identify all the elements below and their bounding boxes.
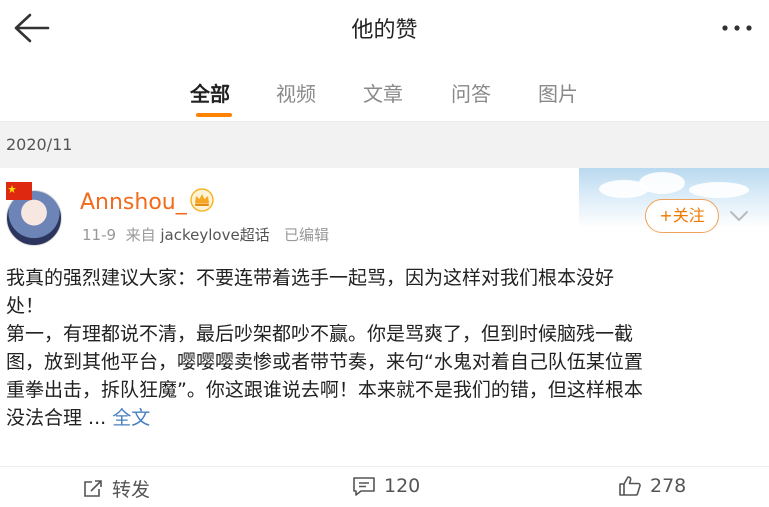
follow-button[interactable]: +关注 [645, 199, 719, 233]
comment-count: 120 [384, 475, 421, 497]
top-bar: 他的赞 [0, 0, 769, 60]
chevron-down-icon[interactable] [724, 204, 754, 228]
post-line: 没法合理 ... [6, 407, 107, 429]
post-line: 重拳出击，拆队狂魔”。你这跟谁说去啊！本来就不是我们的错，但这样根本 [6, 379, 643, 401]
tab-all[interactable]: 全部 [190, 78, 230, 107]
post-line: 处！ [6, 295, 45, 317]
repost-button[interactable]: 转发 [82, 475, 150, 502]
post-date: 11-9 [82, 226, 117, 244]
post-line: 第一，有理都说不清，最后吵架都吵不赢。你是骂爽了，但到时候脑残一截 [6, 323, 634, 345]
comment-button[interactable]: 120 [352, 475, 420, 497]
date-label: 2020/11 [6, 135, 73, 154]
tab-video[interactable]: 视频 [276, 78, 316, 107]
source-link[interactable]: jackeylove超话 [160, 226, 269, 244]
tab-bar: 全部 视频 文章 问答 图片 [0, 60, 769, 122]
edited-label: 已编辑 [284, 226, 330, 244]
repost-icon [84, 479, 102, 497]
source-prefix: 来自 [125, 226, 156, 244]
more-dots-icon[interactable] [715, 14, 759, 42]
active-tab-indicator [196, 113, 232, 117]
like-button[interactable]: 278 [618, 475, 686, 497]
post-line: 我真的强烈建议大家：不要连带着选手一起骂，因为这样对我们根本没好 [6, 267, 615, 289]
tab-article[interactable]: 文章 [363, 78, 403, 107]
username[interactable]: Annshou_ [80, 190, 187, 215]
expand-full-text-link[interactable]: 全文 [112, 407, 150, 429]
comment-icon [353, 477, 375, 496]
china-flag-icon [6, 182, 32, 200]
crown-badge-icon [190, 188, 214, 212]
repost-label: 转发 [112, 479, 151, 501]
post-meta: 11-9 来自 jackeylove超话 已编辑 [82, 224, 329, 245]
tab-images[interactable]: 图片 [538, 78, 578, 107]
post-action-bar: 转发 120 278 [0, 466, 769, 507]
tab-qa[interactable]: 问答 [451, 78, 491, 107]
post-last-line: 没法合理 ... 全文 [6, 404, 763, 432]
like-count: 278 [650, 475, 687, 497]
date-section-header: 2020/11 [0, 122, 769, 168]
post-line: 图，放到其他平台，嘤嘤嘤卖惨或者带节奏，来句“水鬼对着自己队伍某位置 [6, 351, 643, 373]
post-body: 我真的强烈建议大家：不要连带着选手一起骂，因为这样对我们根本没好 处！ 第一，有… [6, 264, 763, 432]
page-title: 他的赞 [351, 18, 418, 43]
thumbs-up-icon [619, 476, 641, 496]
post-card: Annshou_ 11-9 来自 jackeylove超话 已编辑 +关注 我真… [0, 168, 769, 507]
